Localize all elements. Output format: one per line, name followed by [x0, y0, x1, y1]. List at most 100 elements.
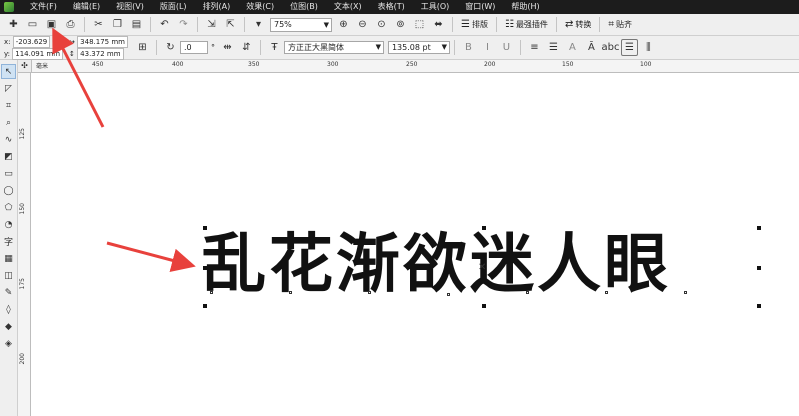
menu-edit[interactable]: 编辑(E) — [65, 0, 108, 14]
character-node[interactable] — [684, 291, 687, 294]
character-node[interactable] — [210, 291, 213, 294]
character-format-icon[interactable]: abc — [601, 39, 619, 56]
save-icon[interactable]: ▣ — [43, 16, 60, 33]
toolbar-divider — [84, 17, 85, 32]
mirror-vertical-icon[interactable]: ⇵ — [238, 39, 255, 56]
open-folder-icon[interactable]: ▭ — [24, 16, 41, 33]
import-icon[interactable]: ⇲ — [203, 16, 220, 33]
height-input[interactable]: 43.372 mm — [77, 47, 124, 60]
rotation-input[interactable]: .0 — [179, 41, 208, 54]
cut-icon[interactable]: ✂ — [90, 16, 107, 33]
bold-icon[interactable]: B — [460, 39, 477, 56]
smart-fill-tool-icon[interactable]: ◩ — [1, 149, 16, 164]
menu-view[interactable]: 视图(V) — [108, 0, 152, 14]
zoom-selected-icon[interactable]: ⊙ — [373, 16, 390, 33]
zoom-in-icon[interactable]: ⊕ — [335, 16, 352, 33]
selection-handle[interactable] — [203, 226, 207, 230]
zoom-width-icon[interactable]: ⬌ — [430, 16, 447, 33]
ruler-label: 100 — [640, 61, 652, 68]
menu-tools[interactable]: 工具(O) — [413, 0, 458, 14]
copy-icon[interactable]: ❐ — [109, 16, 126, 33]
rotation-icon: ↻ — [166, 42, 175, 53]
convert-icon: ⇄ — [564, 19, 574, 30]
ruler-label: 150 — [19, 203, 26, 215]
menu-bitmaps[interactable]: 位图(B) — [282, 0, 326, 14]
plugin-button[interactable]: ☷ 最强插件 — [505, 19, 548, 30]
vertical-text-icon[interactable]: ⫼ — [640, 39, 657, 56]
application-launcher-icon[interactable]: ▾ — [250, 16, 267, 33]
character-node[interactable] — [526, 291, 529, 294]
text-align-icon[interactable]: ≡ — [526, 39, 543, 56]
table-tool-icon[interactable]: ▦ — [1, 251, 16, 266]
new-document-icon[interactable]: ✚ — [5, 16, 22, 33]
selection-handle[interactable] — [757, 226, 761, 230]
x-position-input[interactable]: -203.629 — [12, 35, 51, 48]
edit-text-icon[interactable]: ☰ — [620, 39, 638, 56]
selection-handle[interactable] — [482, 304, 486, 308]
zoom-level-select[interactable]: 75% ▼ — [270, 17, 332, 32]
menu-arrange[interactable]: 排列(A) — [195, 0, 239, 14]
underline-icon[interactable]: U — [498, 39, 515, 56]
zoom-out-icon[interactable]: ⊖ — [354, 16, 371, 33]
menu-layout[interactable]: 版面(L) — [152, 0, 195, 14]
toolbar-divider — [599, 17, 601, 32]
selection-handle[interactable] — [203, 266, 207, 270]
artistic-text: 乱花渐欲迷人眼 — [202, 228, 671, 302]
vertical-ruler[interactable]: 125 150 175 200 — [18, 73, 31, 416]
width-input[interactable]: 348.175 mm — [77, 35, 128, 48]
fill-tool-icon[interactable]: ◆ — [1, 319, 16, 334]
y-position-input[interactable]: 114.091 mm — [12, 47, 64, 60]
print-icon[interactable]: ⎙ — [62, 16, 79, 33]
ruler-label: 200 — [484, 61, 496, 68]
lock-ratio-icon[interactable]: ⊞ — [134, 39, 151, 56]
ruler-origin[interactable]: ✣ — [18, 60, 32, 73]
ellipse-tool-icon[interactable]: ◯ — [1, 183, 16, 198]
menu-file[interactable]: 文件(F) — [22, 0, 65, 14]
convert-button[interactable]: ⇄ 转换 — [565, 19, 591, 30]
menu-effects[interactable]: 效果(C) — [238, 0, 282, 14]
character-node[interactable] — [368, 291, 371, 294]
paste-icon[interactable]: ▤ — [128, 16, 145, 33]
text-tool-icon[interactable]: 字 — [1, 234, 16, 249]
redo-icon[interactable]: ↷ — [175, 16, 192, 33]
shape-tool-icon[interactable]: ◸ — [1, 81, 16, 96]
toolbar-divider — [495, 17, 497, 32]
character-node[interactable] — [289, 291, 292, 294]
basic-shapes-tool-icon[interactable]: ◔ — [1, 217, 16, 232]
layout-button[interactable]: ☰ 排版 — [461, 19, 488, 30]
zoom-tool-icon[interactable]: ⌕ — [1, 115, 16, 130]
zoom-page-icon[interactable]: ⬚ — [411, 16, 428, 33]
selection-handle[interactable] — [203, 304, 207, 308]
polygon-tool-icon[interactable]: ⬠ — [1, 200, 16, 215]
character-node[interactable] — [447, 293, 450, 296]
font-family-select[interactable]: 方正正大黑简体 ▼ — [283, 41, 384, 54]
freehand-tool-icon[interactable]: ∿ — [1, 132, 16, 147]
font-type-icon: Ŧ — [271, 42, 278, 53]
bullet-list-icon[interactable]: ☰ — [545, 39, 562, 56]
rectangle-tool-icon[interactable]: ▭ — [1, 166, 16, 181]
outline-tool-icon[interactable]: ◊ — [1, 302, 16, 317]
drop-cap-icon[interactable]: A — [564, 39, 581, 56]
export-icon[interactable]: ⇱ — [222, 16, 239, 33]
menu-text[interactable]: 文本(X) — [326, 0, 370, 14]
undo-icon[interactable]: ↶ — [156, 16, 173, 33]
mirror-horizontal-icon[interactable]: ⇹ — [219, 39, 236, 56]
character-node[interactable] — [605, 291, 608, 294]
menu-help[interactable]: 帮助(H) — [503, 0, 547, 14]
text-properties-icon[interactable]: Ā — [583, 39, 600, 56]
selection-handle[interactable] — [757, 304, 761, 308]
horizontal-ruler[interactable]: 毫米 450 400 350 300 250 200 150 100 — [32, 60, 799, 73]
selection-handle[interactable] — [757, 266, 761, 270]
eyedropper-tool-icon[interactable]: ✎ — [1, 285, 16, 300]
italic-icon[interactable]: I — [479, 39, 496, 56]
interactive-fill-tool-icon[interactable]: ◈ — [1, 336, 16, 351]
interactive-tool-icon[interactable]: ◫ — [1, 268, 16, 283]
zoom-all-icon[interactable]: ⊚ — [392, 16, 409, 33]
menu-table[interactable]: 表格(T) — [370, 0, 413, 14]
font-size-select[interactable]: 135.08 pt ▼ — [387, 41, 450, 54]
crop-tool-icon[interactable]: ⌗ — [1, 98, 16, 113]
snap-button[interactable]: ⌗ 贴齐 — [608, 19, 632, 30]
menu-window[interactable]: 窗口(W) — [457, 0, 503, 14]
selection-handle[interactable] — [482, 226, 486, 230]
pick-tool-icon[interactable]: ↖ — [1, 64, 16, 79]
